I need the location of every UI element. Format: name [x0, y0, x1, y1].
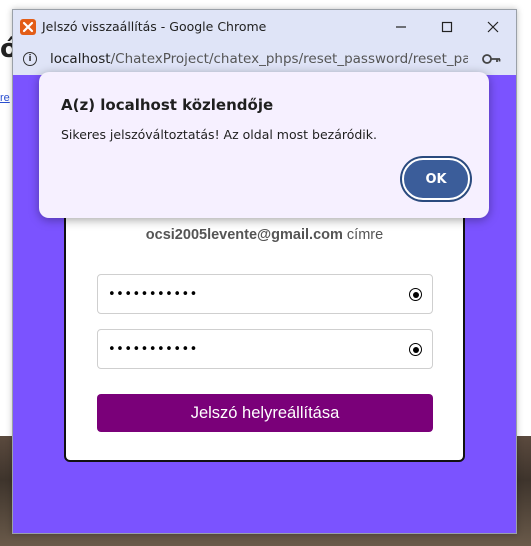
- dialog-message: Sikeres jelszóváltoztatás! Az oldal most…: [61, 127, 377, 142]
- confirm-password-input[interactable]: •••••••••••: [97, 329, 433, 369]
- show-confirm-password-toggle-icon[interactable]: [409, 343, 422, 356]
- alert-dialog: A(z) localhost közlendője Sikeres jelszó…: [39, 72, 489, 218]
- address-bar[interactable]: i localhost/ChatexProject/chatex_phps/re…: [13, 43, 516, 75]
- window-title: Jelszó visszaállítás - Google Chrome: [42, 19, 267, 34]
- ok-button[interactable]: OK: [402, 158, 470, 200]
- reset-password-card: ocsi2005levente@gmail.com címre ••••••••…: [64, 185, 465, 462]
- email-line: ocsi2005levente@gmail.com címre: [66, 227, 463, 243]
- password-key-icon[interactable]: [482, 52, 502, 66]
- dialog-title: A(z) localhost közlendője: [61, 96, 274, 114]
- confirm-password-value: •••••••••••: [108, 341, 198, 357]
- url-path: /ChatexProject/chatex_phps/reset_passwor…: [110, 51, 468, 67]
- title-bar[interactable]: Jelszó visszaállítás - Google Chrome: [13, 10, 516, 43]
- maximize-button[interactable]: [424, 10, 470, 43]
- email-suffix: címre: [342, 227, 384, 243]
- site-info-icon[interactable]: i: [23, 52, 37, 66]
- url-host: localhost: [50, 51, 111, 67]
- background-link-fragment[interactable]: re: [0, 92, 12, 104]
- close-icon: [487, 21, 499, 32]
- email-address: ocsi2005levente@gmail.com: [145, 227, 343, 243]
- reset-password-button[interactable]: Jelszó helyreállítása: [97, 394, 433, 432]
- minimize-button[interactable]: [378, 10, 424, 43]
- new-password-value: •••••••••••: [108, 286, 198, 302]
- new-password-input[interactable]: •••••••••••: [97, 274, 433, 314]
- xampp-logo-icon: [20, 18, 36, 35]
- show-password-toggle-icon[interactable]: [409, 288, 422, 301]
- url-text[interactable]: localhost/ChatexProject/chatex_phps/rese…: [50, 51, 468, 67]
- close-button[interactable]: [470, 10, 516, 43]
- minimize-icon: [396, 25, 406, 28]
- maximize-icon: [441, 21, 453, 32]
